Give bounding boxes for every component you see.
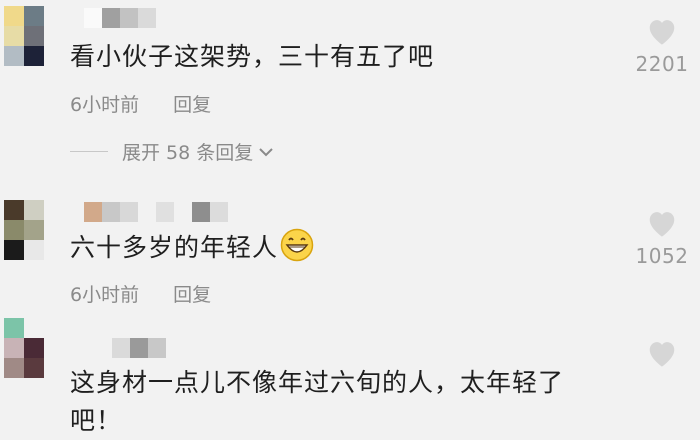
comment-text-content: 六十多岁的年轻人 (70, 233, 279, 262)
heart-icon (649, 20, 675, 45)
comment-text-line: 这身材一点儿不像年过六旬的人，太年轻了 (70, 368, 565, 397)
comment-time: 6小时前 (70, 94, 140, 116)
expand-replies-button[interactable]: 展开 58 条回复 (70, 138, 275, 165)
avatar[interactable] (4, 200, 44, 260)
comment-text-line: 吧！ (70, 406, 123, 435)
avatar[interactable] (4, 318, 44, 378)
grinning-face-emoji-icon (280, 228, 314, 262)
like-button[interactable] (632, 338, 692, 368)
comment-text: 看小伙子这架势，三十有五了吧 (70, 42, 435, 71)
heart-icon (649, 212, 675, 237)
divider-line (70, 151, 108, 152)
like-count: 1052 (635, 244, 689, 268)
comment-meta: 6小时前 回复 (70, 90, 211, 117)
chevron-down-icon (259, 147, 273, 156)
like-button[interactable]: 2201 (632, 16, 692, 76)
like-button[interactable]: 1052 (632, 208, 692, 268)
like-count: 2201 (635, 52, 689, 76)
username-redacted[interactable] (84, 202, 228, 222)
username-redacted[interactable] (84, 8, 156, 28)
heart-icon (649, 342, 675, 367)
comment-text: 六十多岁的年轻人 (70, 228, 314, 267)
reply-button[interactable]: 回复 (173, 90, 211, 117)
expand-replies-label: 展开 58 条回复 (122, 142, 254, 164)
comment-time: 6小时前 (70, 284, 140, 306)
comment-meta: 6小时前 回复 (70, 280, 211, 307)
username-redacted[interactable] (112, 338, 166, 358)
comment-text: 这身材一点儿不像年过六旬的人，太年轻了 吧！ (70, 364, 564, 440)
avatar[interactable] (4, 6, 44, 66)
reply-button[interactable]: 回复 (173, 280, 211, 307)
